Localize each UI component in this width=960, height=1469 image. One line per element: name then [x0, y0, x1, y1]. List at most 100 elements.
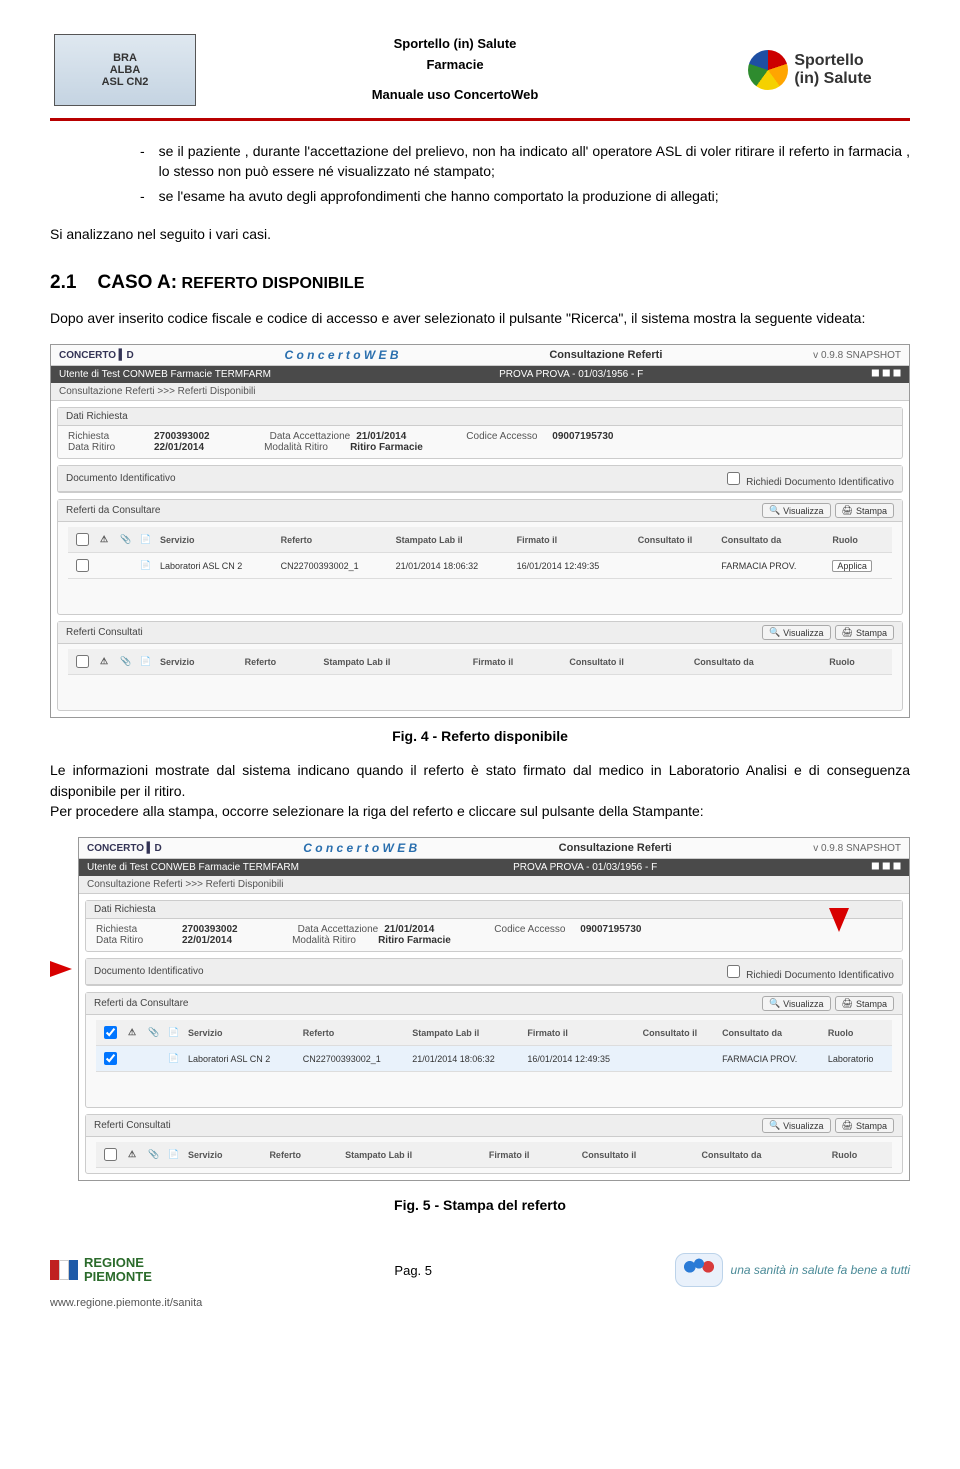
- row-firmato: 16/01/2014 12:49:35: [513, 553, 634, 579]
- document-page: BRA ALBA ASL CN2 Sportello (in) Salute F…: [0, 0, 960, 1349]
- richiedi-doc-label: Richiedi Documento Identificativo: [746, 477, 894, 488]
- col-ruolo: Ruolo: [828, 527, 892, 553]
- col-referto: Referto: [277, 527, 392, 553]
- regione-piemonte-text: REGIONE PIEMONTE: [84, 1256, 152, 1285]
- asl-label-top: BRA: [113, 52, 137, 64]
- panel-cons-head: Referti da Consultare: [66, 505, 161, 516]
- paragraph-2b: Per procedere alla stampa, occorre selez…: [50, 801, 910, 821]
- paragraph-2a: Le informazioni mostrate dal sistema ind…: [50, 760, 910, 801]
- asl-label-mid: ALBA: [110, 64, 141, 76]
- page-number: Pag. 5: [394, 1263, 432, 1278]
- user-bar: Utente di Test CONWEB Farmacie TERMFARM …: [51, 366, 909, 383]
- stampa-button[interactable]: 🖨 Stampa: [835, 503, 894, 518]
- app-topbar: CONCERTO ▍D C o n c e r t o W E B Consul…: [51, 345, 909, 366]
- concerto-logo-icon: CONCERTO ▍D: [59, 350, 134, 361]
- header-rule: [50, 118, 910, 121]
- toolbar-icons[interactable]: ⯀ ⯀ ⯀: [871, 862, 901, 873]
- app-version: v 0.9.8 SNAPSHOT: [813, 350, 901, 361]
- red-arrow-down-icon: [829, 908, 849, 932]
- page-footer: REGIONE PIEMONTE Pag. 5 una sanità in sa…: [50, 1253, 910, 1287]
- dataret-label: Data Ritiro: [68, 442, 148, 453]
- header-title-1: Sportello (in) Salute: [372, 34, 539, 55]
- panel-referti-consultare: Referti da Consultare 🔍 Visualizza 🖨 Sta…: [57, 499, 903, 615]
- row-stampato: 21/01/2014 18:06:32: [392, 553, 513, 579]
- row-servizio: Laboratori ASL CN 2: [156, 553, 277, 579]
- intro-line: Si analizzano nel seguito i vari casi.: [50, 224, 910, 244]
- row-checkbox-2[interactable]: [104, 1052, 117, 1065]
- panel-dati-head: Dati Richiesta: [66, 411, 128, 422]
- codacc-label: Codice Accesso: [466, 431, 546, 442]
- sportello-logo: Sportello (in) Salute: [710, 35, 910, 105]
- panel-referti-consultati: Referti Consultati 🔍 Visualizza 🖨 Stampa…: [57, 621, 903, 711]
- bullet-1: se il paziente , durante l'accettazione …: [159, 141, 910, 182]
- toolbar-icons[interactable]: ⯀ ⯀ ⯀: [871, 369, 901, 380]
- bullet-dash: -: [140, 141, 145, 182]
- hands-icon: [748, 50, 788, 90]
- row-checkbox[interactable]: [76, 559, 89, 572]
- richiesta-label: Richiesta: [68, 431, 148, 442]
- dataacc-label: Data Accettazione: [270, 431, 351, 442]
- page-header: BRA ALBA ASL CN2 Sportello (in) Salute F…: [50, 30, 910, 110]
- modret-value: Ritiro Farmacie: [350, 442, 423, 453]
- table-row[interactable]: 📄 Laboratori ASL CN 2 CN22700393002_1 21…: [68, 553, 892, 579]
- panel-doc-head: Documento Identificativo: [66, 473, 176, 484]
- bullet-list: - se il paziente , durante l'accettazion…: [140, 141, 910, 206]
- section-intro: Dopo aver inserito codice fiscale e codi…: [50, 308, 910, 328]
- row-referto: CN22700393002_1: [277, 553, 392, 579]
- footer-url: www.regione.piemonte.it/sanita: [50, 1297, 910, 1309]
- visualizza-button[interactable]: 🔍 Visualizza: [762, 503, 831, 518]
- bullet-2: se l'esame ha avuto degli approfondiment…: [159, 186, 719, 206]
- dataacc-value: 21/01/2014: [356, 431, 406, 442]
- richiedi-doc-checkbox[interactable]: [727, 472, 740, 485]
- bullet-dash: -: [140, 186, 145, 206]
- referti-table: ⚠ 📎 📄 Servizio Referto Stampato Lab il F…: [68, 527, 892, 579]
- section-heading: 2.1 CASO A: REFERTO DISPONIBILE: [50, 272, 910, 294]
- people-icon: [675, 1253, 723, 1287]
- richiedi-doc-checkbox-2[interactable]: [727, 965, 740, 978]
- app-title: Consultazione Referti: [549, 349, 662, 361]
- table-row-selected[interactable]: 📄 Laboratori ASL CN 2 CN22700393002_1 21…: [96, 1046, 892, 1072]
- stampa-button-2[interactable]: 🖨 Stampa: [835, 625, 894, 640]
- logo-text-1: Sportello: [794, 52, 871, 70]
- header-title-3: Manuale uso ConcertoWeb: [372, 85, 539, 106]
- concerto-logo-icon: CONCERTO ▍D: [87, 843, 162, 854]
- dataret-value: 22/01/2014: [154, 442, 204, 453]
- header-title-2: Farmacie: [372, 55, 539, 76]
- visualizza-button-3[interactable]: 🔍 Visualizza: [762, 996, 831, 1011]
- asl-logo: BRA ALBA ASL CN2: [50, 30, 200, 110]
- select-all-2[interactable]: [76, 655, 89, 668]
- panel-documento: Documento Identificativo Richiedi Docume…: [57, 465, 903, 493]
- stampa-button-3[interactable]: 🖨 Stampa: [835, 996, 894, 1011]
- col-firmato: Firmato il: [513, 527, 634, 553]
- panel-consultati-head: Referti Consultati: [66, 627, 143, 638]
- logo-text-2: (in) Salute: [794, 70, 871, 88]
- sanita-tagline: una sanità in salute fa bene a tutti: [731, 1263, 910, 1277]
- section-number: 2.1: [50, 272, 76, 293]
- flag-icon: [50, 1260, 78, 1280]
- screenshot-1: CONCERTO ▍D C o n c e r t o W E B Consul…: [50, 344, 910, 718]
- codacc-value: 09007195730: [552, 431, 613, 442]
- stampa-button-4[interactable]: 🖨 Stampa: [835, 1118, 894, 1133]
- visualizza-button-2[interactable]: 🔍 Visualizza: [762, 625, 831, 640]
- col-consultato: Consultato il: [634, 527, 718, 553]
- select-all-3[interactable]: [104, 1026, 117, 1039]
- select-all-checkbox[interactable]: [76, 533, 89, 546]
- header-center: Sportello (in) Salute Farmacie Manuale u…: [372, 34, 539, 106]
- screenshot-2: CONCERTO ▍D C o n c e r t o W E B Consul…: [78, 837, 910, 1181]
- asl-label-bottom: ASL CN2: [102, 76, 149, 88]
- regione-piemonte-logo: REGIONE PIEMONTE: [50, 1256, 152, 1285]
- applica-button[interactable]: Applica: [832, 560, 872, 572]
- panel-dati-richiesta: Dati Richiesta Richiesta2700393002 Data …: [57, 407, 903, 459]
- red-arrow-right-icon: [50, 961, 72, 977]
- row-consultato-da: FARMACIA PROV.: [717, 553, 828, 579]
- app-brand: C o n c e r t o W E B: [285, 348, 399, 362]
- col-servizio: Servizio: [156, 527, 277, 553]
- sanita-logo: una sanità in salute fa bene a tutti: [675, 1253, 910, 1287]
- consultati-table: ⚠ 📎 📄 Servizio Referto Stampato Lab il F…: [68, 649, 892, 675]
- section-title-strong: CASO A:: [98, 272, 178, 293]
- visualizza-button-4[interactable]: 🔍 Visualizza: [762, 1118, 831, 1133]
- user-info: Utente di Test CONWEB Farmacie TERMFARM: [59, 369, 271, 380]
- col-stampato: Stampato Lab il: [392, 527, 513, 553]
- breadcrumb: Consultazione Referti >>> Referti Dispon…: [51, 383, 909, 401]
- patient-info: PROVA PROVA - 01/03/1956 - F: [499, 369, 643, 380]
